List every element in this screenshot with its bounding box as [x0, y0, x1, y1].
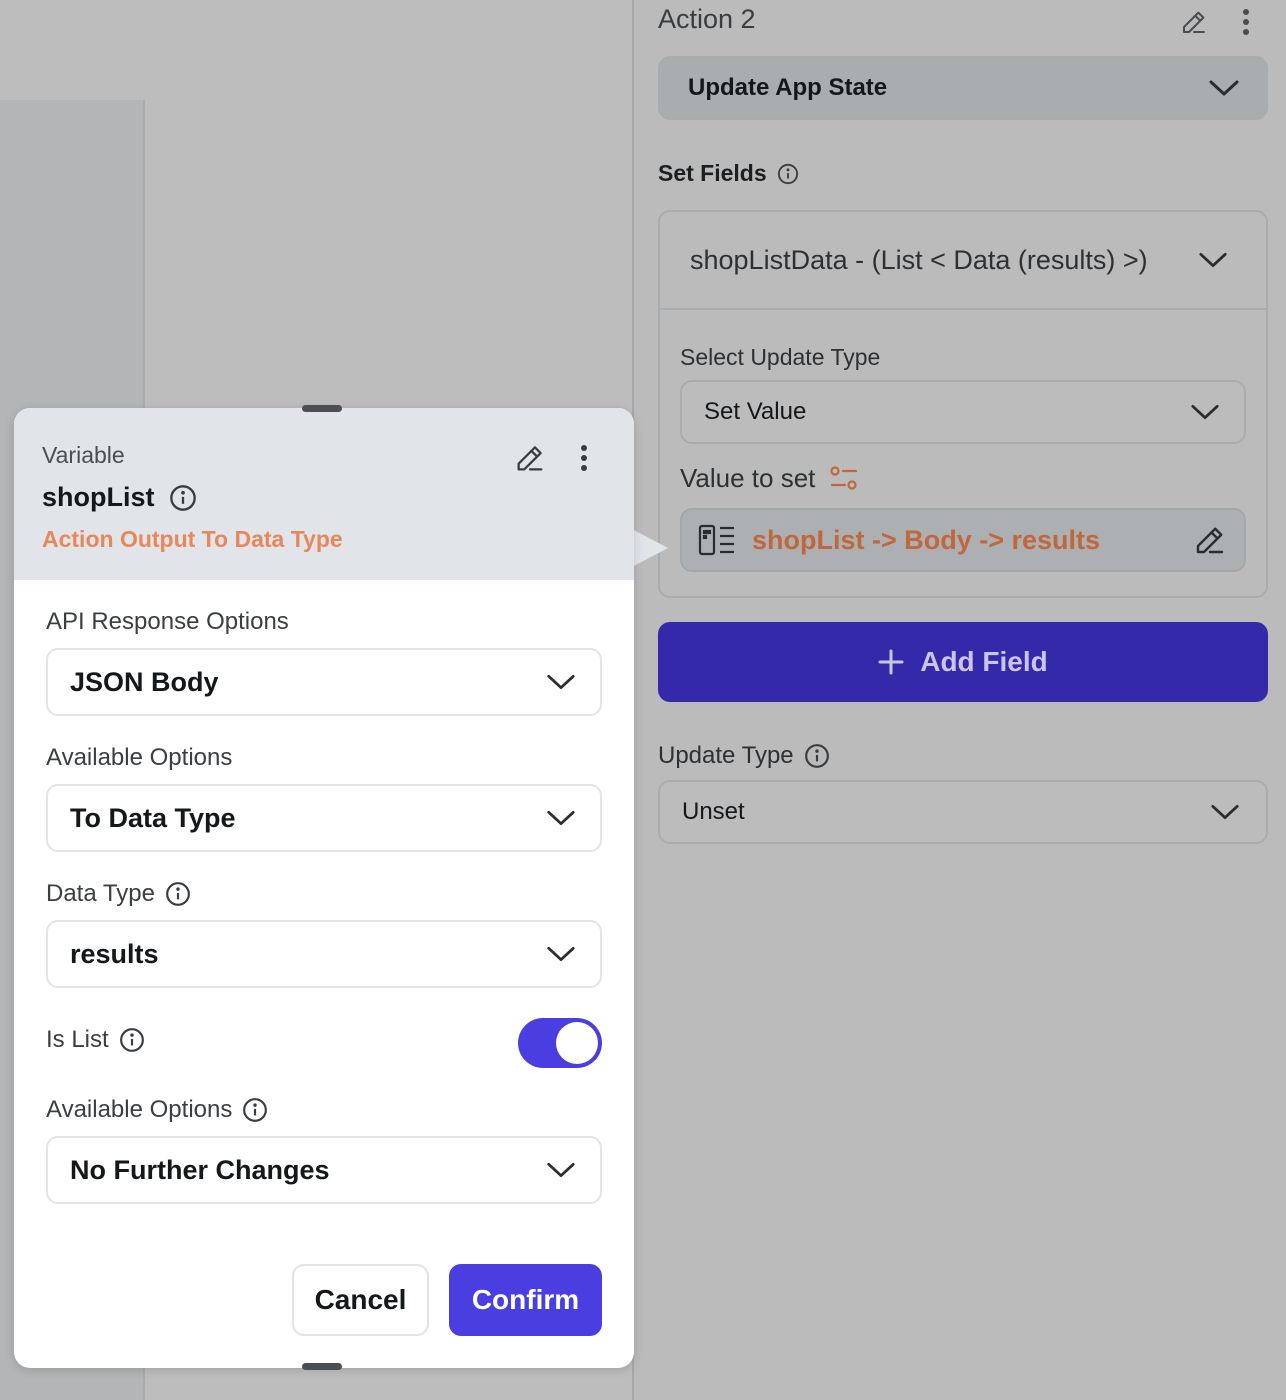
update-type-select-value: Set Value: [704, 398, 807, 425]
chevron-down-icon: [547, 1162, 575, 1178]
edit-variable-button[interactable]: [510, 438, 550, 478]
variable-more-button[interactable]: [570, 438, 598, 478]
variable-subtitle: Action Output To Data Type: [42, 526, 343, 552]
chevron-down-icon: [1191, 404, 1219, 420]
confirm-button[interactable]: Confirm: [449, 1264, 602, 1336]
data-type-label: Data Type: [46, 880, 155, 907]
variable-name: shopList: [42, 482, 155, 512]
more-vertical-icon: [1243, 9, 1249, 35]
chevron-down-icon: [1199, 252, 1227, 268]
update-type-heading: Update Type: [658, 742, 830, 770]
available-options-label: Available Options: [46, 744, 233, 771]
toggle-knob: [556, 1022, 598, 1064]
update-type-dropdown[interactable]: Unset: [658, 780, 1268, 844]
info-icon[interactable]: [169, 484, 197, 512]
popover-top-resize-handle[interactable]: [302, 405, 342, 412]
variable-kind-label: Variable: [42, 442, 125, 468]
add-field-button[interactable]: Add Field: [658, 622, 1268, 702]
update-type-select[interactable]: Set Value: [680, 380, 1246, 444]
api-response-options-value: JSON Body: [70, 666, 219, 697]
edit-pencil-icon: [517, 446, 543, 471]
value-to-set-heading: Value to set: [680, 463, 859, 494]
info-icon[interactable]: [242, 1097, 268, 1123]
chevron-down-icon: [547, 674, 575, 690]
chevron-down-icon: [1209, 80, 1239, 96]
variable-settings-icon[interactable]: [829, 465, 859, 493]
popover-bottom-resize-handle[interactable]: [302, 1363, 342, 1370]
action-title: Action 2: [658, 4, 756, 34]
data-table-icon: [698, 524, 734, 556]
select-update-type-label: Select Update Type: [680, 344, 881, 370]
api-response-options-label: API Response Options: [46, 608, 289, 635]
chevron-down-icon: [1211, 804, 1239, 820]
is-list-label: Is List: [46, 1026, 109, 1053]
cancel-button[interactable]: Cancel: [292, 1264, 429, 1336]
edit-pencil-icon[interactable]: [1192, 522, 1228, 558]
available-options-2-value: No Further Changes: [70, 1154, 330, 1185]
info-icon[interactable]: [119, 1027, 145, 1053]
update-type-label: Update Type: [658, 742, 794, 769]
is-list-heading: Is List: [46, 1026, 145, 1054]
edit-pencil-icon: [1183, 11, 1205, 33]
info-icon[interactable]: [165, 881, 191, 907]
variable-name-row: shopList: [42, 482, 197, 513]
info-icon[interactable]: [804, 743, 830, 769]
set-fields-heading: Set Fields: [658, 160, 799, 187]
value-to-set-field[interactable]: shopList -> Body -> results: [680, 508, 1246, 572]
chevron-down-icon: [547, 946, 575, 962]
action-type-select[interactable]: Update App State: [658, 56, 1268, 120]
more-vertical-icon: [581, 445, 587, 471]
available-options-2-label: Available Options: [46, 1096, 233, 1123]
available-options-2-select[interactable]: No Further Changes: [46, 1136, 602, 1204]
add-field-label: Add Field: [920, 646, 1048, 677]
update-type-dropdown-value: Unset: [682, 798, 745, 825]
is-list-toggle[interactable]: [518, 1018, 602, 1068]
data-type-heading: Data Type: [46, 880, 191, 908]
info-icon[interactable]: [777, 163, 799, 185]
popover-pointer: [630, 528, 668, 568]
field-header[interactable]: shopListData - (List < Data (results) >): [660, 212, 1266, 310]
chevron-down-icon: [547, 810, 575, 826]
available-options-select[interactable]: To Data Type: [46, 784, 602, 852]
action-type-value: Update App State: [688, 74, 888, 101]
api-response-options-select[interactable]: JSON Body: [46, 648, 602, 716]
plus-icon: [878, 649, 904, 675]
value-to-set-label: Value to set: [680, 463, 816, 493]
action-more-button[interactable]: [1232, 4, 1260, 40]
data-type-value: results: [70, 938, 159, 969]
field-header-text: shopListData - (List < Data (results) >): [690, 244, 1148, 275]
available-options-2-heading: Available Options: [46, 1096, 268, 1124]
value-to-set-text: shopList -> Body -> results: [752, 524, 1101, 555]
data-type-select[interactable]: results: [46, 920, 602, 988]
available-options-value: To Data Type: [70, 802, 236, 833]
set-fields-label: Set Fields: [658, 160, 767, 186]
edit-action-button[interactable]: [1176, 4, 1212, 40]
